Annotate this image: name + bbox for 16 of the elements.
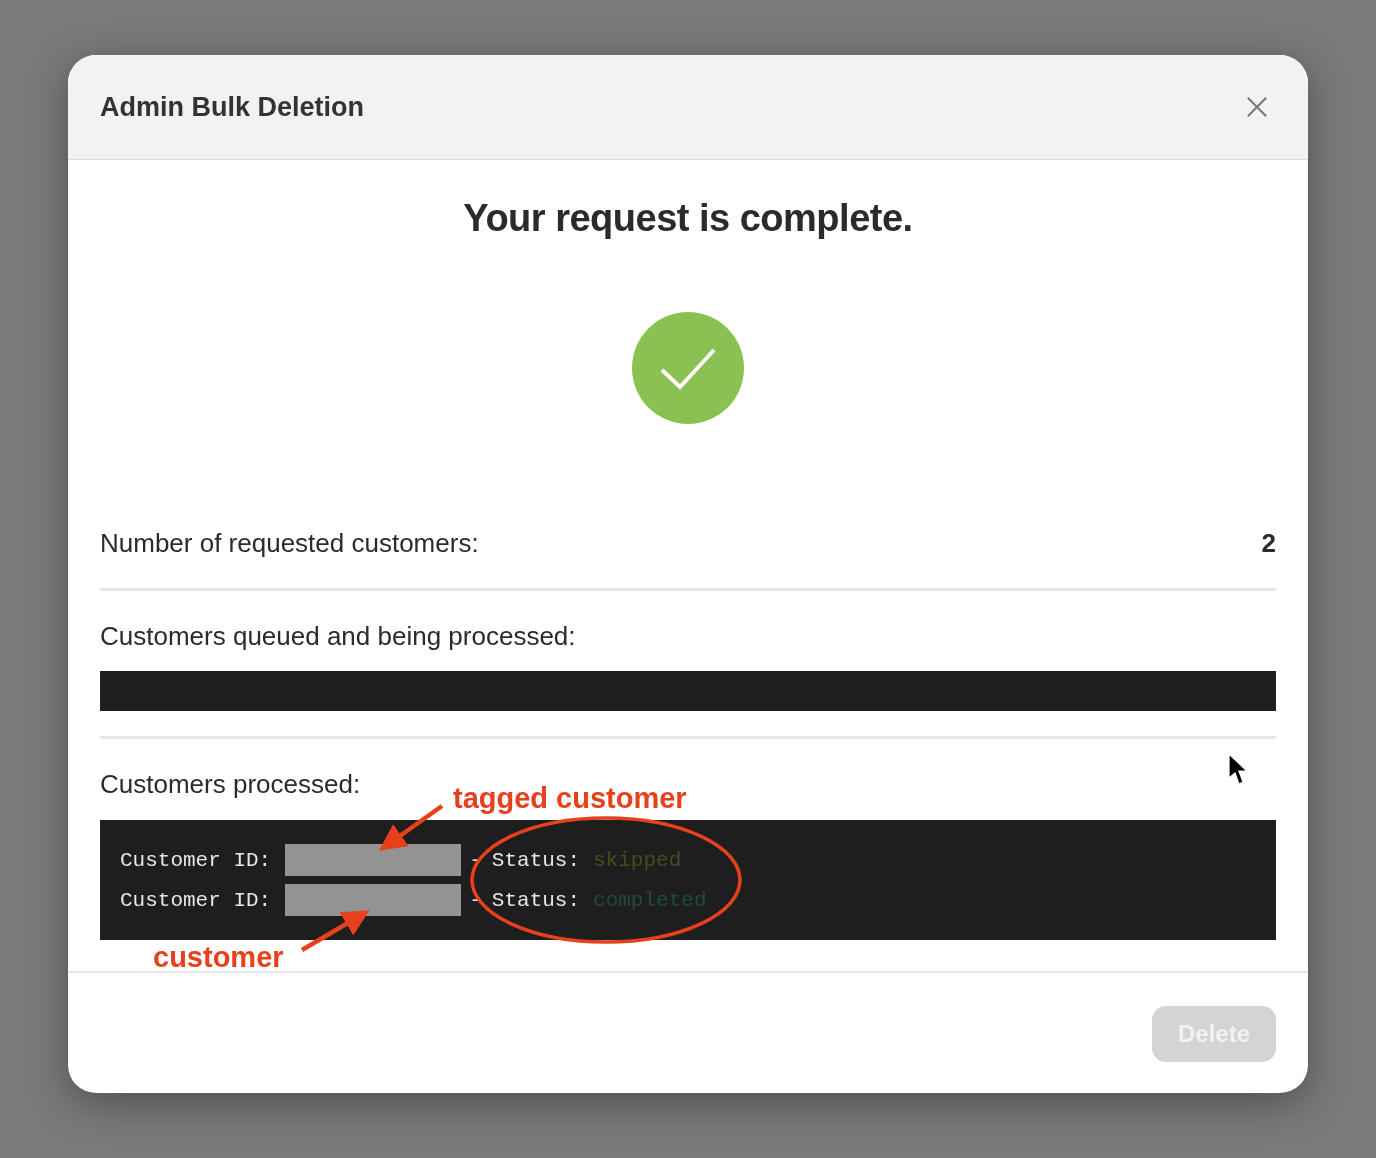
- log-label: Customer ID:: [120, 848, 272, 872]
- log-label: Customer ID:: [120, 888, 272, 912]
- annotation-arrow: [300, 910, 370, 952]
- section-label: Customers queued and being processed:: [100, 620, 576, 653]
- log-label: Status:: [491, 888, 581, 912]
- close-icon[interactable]: [1246, 96, 1268, 118]
- annotation-label: customer: [153, 940, 284, 974]
- heading: Your request is complete.: [462, 196, 914, 241]
- stat-value: 2: [1261, 527, 1276, 560]
- dialog-title: Admin Bulk Deletion: [100, 91, 364, 123]
- section-label: Customers processed:: [100, 768, 361, 801]
- annotation-label: tagged customer: [453, 781, 687, 815]
- log-label: Status:: [491, 848, 581, 872]
- success-check-icon: [632, 312, 744, 424]
- annotation-arrow: [379, 804, 444, 851]
- stat-label: Number of requested customers:: [100, 527, 479, 560]
